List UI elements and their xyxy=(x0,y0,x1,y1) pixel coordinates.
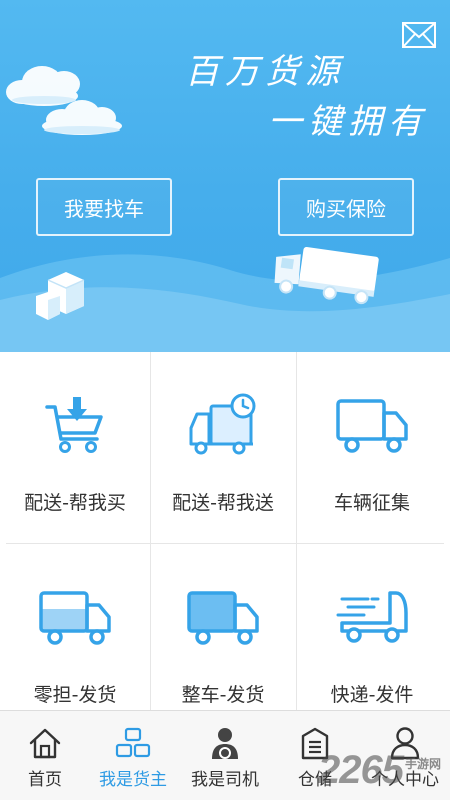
partial-load-truck-icon xyxy=(39,591,111,645)
service-buy-for-me[interactable]: 配送-帮我买 xyxy=(0,352,150,543)
express-truck-icon xyxy=(336,591,408,643)
tab-profile[interactable]: 个人中心 xyxy=(360,711,450,800)
truck-illustration xyxy=(274,247,379,305)
tab-label: 首页 xyxy=(28,770,62,790)
service-express[interactable]: 快递-发件 xyxy=(297,544,447,735)
tab-driver[interactable]: 我是司机 xyxy=(180,711,270,800)
service-label: 整车-发货 xyxy=(181,684,265,706)
truck-icon xyxy=(336,399,408,453)
tab-warehouse[interactable]: 仓储 xyxy=(270,711,360,800)
service-label: 车辆征集 xyxy=(333,492,410,514)
service-label: 配送-帮我买 xyxy=(24,492,126,514)
tab-cargo-owner[interactable]: 我是货主 xyxy=(88,711,178,800)
tab-label: 我是司机 xyxy=(191,770,259,790)
tab-label: 仓储 xyxy=(298,770,332,790)
cart-download-icon xyxy=(45,397,103,453)
driver-icon xyxy=(212,728,238,759)
cargo-owner-icon xyxy=(115,727,151,758)
truck-clock-icon xyxy=(189,393,256,455)
user-icon xyxy=(390,727,420,760)
tab-home[interactable]: 首页 xyxy=(0,711,90,800)
service-vehicle-recruit[interactable]: 车辆征集 xyxy=(297,352,447,543)
service-label: 零担-发货 xyxy=(33,684,117,706)
service-label: 配送-帮我送 xyxy=(172,492,274,514)
header-banner: 百万货源 一键拥有 我要找车 购买保险 xyxy=(0,0,450,352)
mail-icon[interactable] xyxy=(402,22,436,48)
bottom-tab-bar: 首页 我是货主 我是司机 仓储 个人中心 xyxy=(0,710,450,800)
tab-label: 我是货主 xyxy=(99,770,167,790)
service-label: 快递-发件 xyxy=(330,684,414,706)
slogan-line-1: 百万货源 xyxy=(185,52,345,92)
clouds-illustration xyxy=(6,66,122,135)
tab-label: 个人中心 xyxy=(371,770,439,790)
service-send-for-me[interactable]: 配送-帮我送 xyxy=(148,352,298,543)
full-load-truck-icon xyxy=(187,591,259,645)
slogan-line-2: 一键拥有 xyxy=(268,102,428,142)
service-grid: 配送-帮我买 配送-帮我送 车辆征集 零担-发货 整车-发货 快递-发件 xyxy=(0,352,450,710)
service-partial-load[interactable]: 零担-发货 xyxy=(0,544,150,735)
warehouse-icon xyxy=(301,727,329,760)
home-icon xyxy=(29,728,61,759)
boxes-illustration xyxy=(36,272,85,320)
service-full-load[interactable]: 整车-发货 xyxy=(148,544,298,735)
